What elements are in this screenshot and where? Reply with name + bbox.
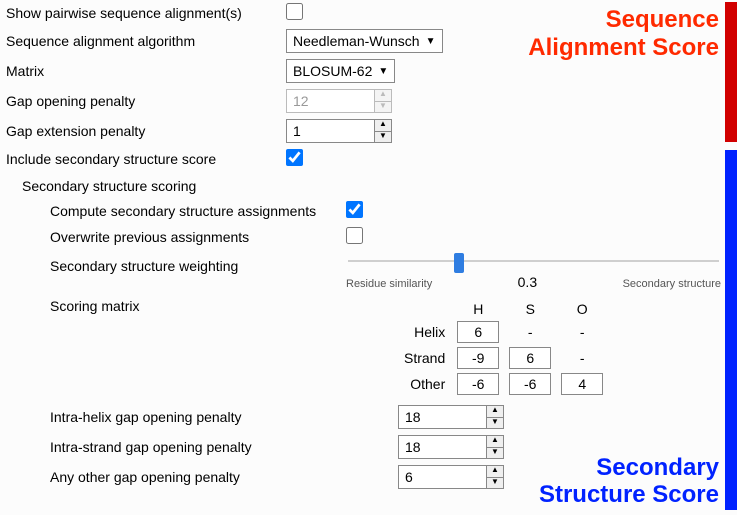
spin-down-icon[interactable]: ▼ xyxy=(486,418,504,430)
side-bar-sequence xyxy=(725,2,737,142)
algorithm-select[interactable]: Needleman-Wunsch ▼ xyxy=(286,29,443,53)
spin-down-icon[interactable]: ▼ xyxy=(486,478,504,490)
side-label-secondary: SecondaryStructure Score xyxy=(539,454,719,509)
gap-open-value: 12 xyxy=(286,89,374,113)
spin-up-icon[interactable]: ▲ xyxy=(374,119,392,132)
gap-open-spinner: 12 ▲ ▼ xyxy=(286,89,392,113)
spin-up-icon: ▲ xyxy=(374,89,392,102)
algorithm-label: Sequence alignment algorithm xyxy=(6,33,286,49)
spin-down-icon[interactable]: ▼ xyxy=(374,132,392,144)
weighting-right-caption: Secondary structure xyxy=(623,278,721,290)
matrix-cell-ho: - xyxy=(561,324,603,340)
weighting-left-caption: Residue similarity xyxy=(346,278,432,290)
chevron-down-icon: ▼ xyxy=(426,36,436,47)
matrix-cell-oo[interactable] xyxy=(561,373,603,395)
other-gap-value: 6 xyxy=(398,465,486,489)
matrix-row-helix: Helix xyxy=(400,320,451,344)
matrix-cell-hs: - xyxy=(509,324,551,340)
matrix-cell-so: - xyxy=(561,350,603,366)
intra-helix-value: 18 xyxy=(398,405,486,429)
weighting-slider[interactable] xyxy=(348,254,719,268)
secondary-scoring-heading: Secondary structure scoring xyxy=(0,172,737,198)
show-pairwise-label: Show pairwise sequence alignment(s) xyxy=(6,5,286,21)
gap-open-label: Gap opening penalty xyxy=(6,93,286,109)
matrix-cell-os[interactable] xyxy=(509,373,551,395)
weighting-label: Secondary structure weighting xyxy=(6,254,346,274)
matrix-cell-hh[interactable] xyxy=(457,321,499,343)
matrix-col-h: H xyxy=(453,300,503,318)
gap-ext-value: 1 xyxy=(286,119,374,143)
intra-helix-spinner[interactable]: 18 ▲ ▼ xyxy=(398,405,504,429)
other-gap-spinner[interactable]: 6 ▲ ▼ xyxy=(398,465,504,489)
matrix-select[interactable]: BLOSUM-62 ▼ xyxy=(286,59,395,83)
gap-ext-label: Gap extension penalty xyxy=(6,123,286,139)
matrix-cell-oh[interactable] xyxy=(457,373,499,395)
spin-down-icon: ▼ xyxy=(374,102,392,114)
slider-rail xyxy=(348,260,719,262)
spin-up-icon[interactable]: ▲ xyxy=(486,435,504,448)
intra-helix-label: Intra-helix gap opening penalty xyxy=(6,409,398,425)
matrix-row-other: Other xyxy=(400,372,451,396)
scoring-matrix: H S O Helix - - Strand - Other xyxy=(398,298,609,398)
matrix-cell-sh[interactable] xyxy=(457,347,499,369)
include-secondary-checkbox[interactable] xyxy=(286,149,303,166)
spin-up-icon[interactable]: ▲ xyxy=(486,465,504,478)
slider-thumb[interactable] xyxy=(454,253,464,273)
intra-strand-value: 18 xyxy=(398,435,486,459)
include-secondary-label: Include secondary structure score xyxy=(6,151,286,167)
intra-strand-label: Intra-strand gap opening penalty xyxy=(6,439,398,455)
chevron-down-icon: ▼ xyxy=(378,66,388,77)
overwrite-assignments-label: Overwrite previous assignments xyxy=(6,229,346,245)
scoring-matrix-label: Scoring matrix xyxy=(6,298,346,314)
show-pairwise-checkbox[interactable] xyxy=(286,3,303,20)
gap-ext-spinner[interactable]: 1 ▲ ▼ xyxy=(286,119,392,143)
weighting-value: 0.3 xyxy=(432,274,622,290)
side-label-sequence: SequenceAlignment Score xyxy=(528,6,719,61)
compute-assignments-label: Compute secondary structure assignments xyxy=(6,203,346,219)
side-bar-secondary xyxy=(725,150,737,510)
matrix-select-value: BLOSUM-62 xyxy=(293,63,372,79)
spin-down-icon[interactable]: ▼ xyxy=(486,448,504,460)
spin-up-icon[interactable]: ▲ xyxy=(486,405,504,418)
overwrite-assignments-checkbox[interactable] xyxy=(346,227,363,244)
compute-assignments-checkbox[interactable] xyxy=(346,201,363,218)
matrix-col-o: O xyxy=(557,300,607,318)
algorithm-select-value: Needleman-Wunsch xyxy=(293,33,420,49)
matrix-col-s: S xyxy=(505,300,555,318)
matrix-cell-ss[interactable] xyxy=(509,347,551,369)
intra-strand-spinner[interactable]: 18 ▲ ▼ xyxy=(398,435,504,459)
matrix-label: Matrix xyxy=(6,63,286,79)
other-gap-label: Any other gap opening penalty xyxy=(6,469,398,485)
matrix-row-strand: Strand xyxy=(400,346,451,370)
